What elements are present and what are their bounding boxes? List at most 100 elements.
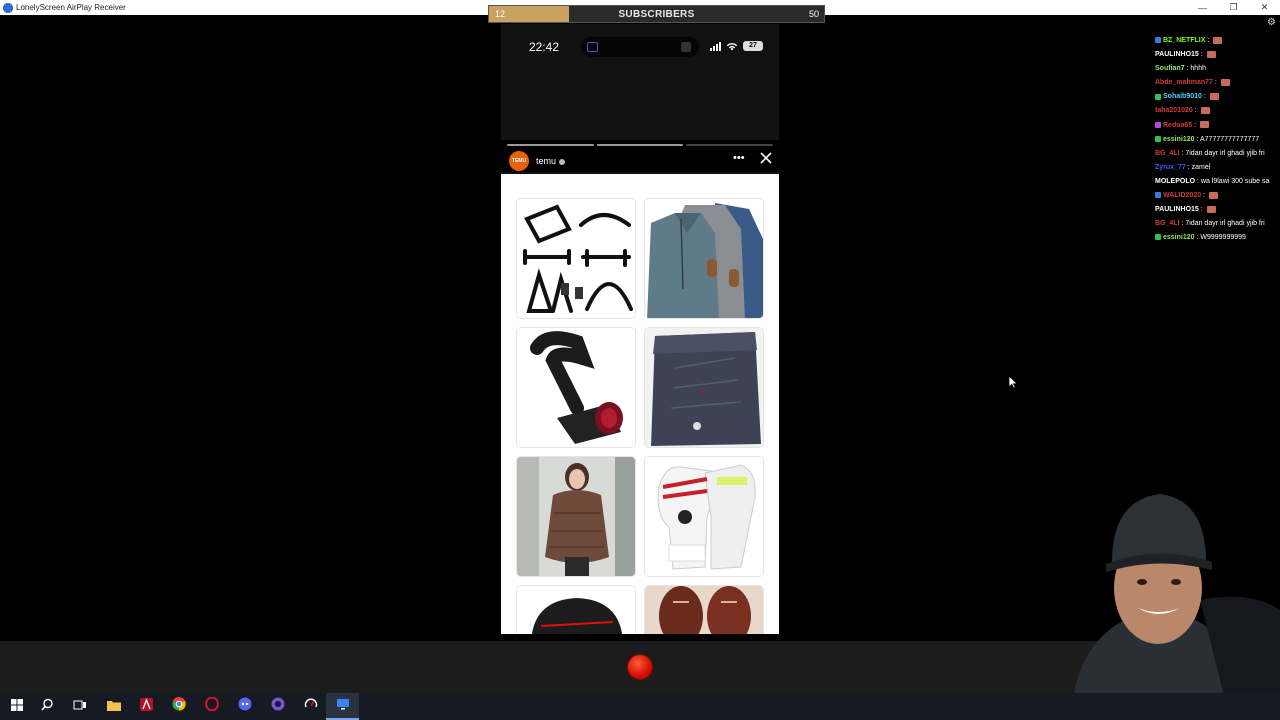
chat-username[interactable]: MOLEPOLO: [1155, 178, 1195, 185]
battery-indicator: 27: [743, 41, 763, 51]
taskbar-item-lonelyscreen-app[interactable]: [326, 693, 359, 720]
air-intake-pipe-image: [517, 328, 635, 447]
chat-emote-icon: [1209, 93, 1219, 101]
taskbar-item-discord-app[interactable]: [228, 693, 261, 720]
jeans-image: [645, 328, 763, 447]
taskbar-item-search[interactable]: [31, 693, 64, 720]
webcam-overlay: [1070, 494, 1280, 720]
camera-indicator-icon: [681, 42, 691, 52]
product-tile-fitness-handles[interactable]: [516, 198, 636, 319]
product-tile-leather-shoes[interactable]: [644, 585, 764, 634]
minimize-button[interactable]: —: [1187, 0, 1218, 15]
product-tile-helmet[interactable]: [516, 585, 636, 634]
chat-message: essini120 : A77777777777777: [1155, 133, 1280, 147]
chat-emote-icon: [1220, 78, 1230, 86]
taskbar-item-chrome[interactable]: [162, 693, 195, 720]
chat-badge-icon: [1155, 234, 1161, 241]
puffer-jacket-image: [517, 457, 635, 576]
wifi-icon: [726, 42, 738, 51]
chat-username[interactable]: BG_4Ll: [1155, 150, 1180, 157]
discord-app-icon: [238, 697, 252, 716]
live-chat: BZ_NETFLIX : PAULINHO15 : Soufian7 : hhh…: [1155, 34, 1280, 245]
account-name[interactable]: temu: [536, 156, 566, 166]
chat-username[interactable]: Soufian7: [1155, 65, 1185, 72]
chat-message: PAULINHO15 :: [1155, 203, 1280, 217]
chat-text: 7idan dayr irl ghadi yjib fri: [1185, 149, 1265, 157]
story-progress-segment: [686, 144, 774, 146]
start-icon: [10, 698, 23, 716]
chat-message: BZ_NETFLIX :: [1155, 34, 1280, 48]
account-name-text: temu: [536, 156, 557, 166]
record-button[interactable]: [627, 654, 653, 680]
taskbar-item-speedtest-app[interactable]: [294, 693, 327, 720]
restore-button[interactable]: ❐: [1218, 0, 1249, 15]
fitness-handles-image: [517, 199, 635, 318]
obs-app-icon: [271, 697, 285, 716]
chat-message: BG_4Ll : 7idan dayr irl ghadi yjib fri: [1155, 147, 1280, 161]
chat-separator: :: [1198, 206, 1205, 214]
chat-message: Abde_mahman77 :: [1155, 76, 1280, 90]
chat-username[interactable]: BG_4Ll: [1155, 220, 1180, 227]
story-content: [501, 174, 779, 634]
file-explorer-icon: [106, 698, 121, 716]
chat-message: PAULINHO15 :: [1155, 48, 1280, 62]
chat-emote-icon: [1206, 205, 1216, 213]
chat-username[interactable]: WALID2020: [1163, 192, 1201, 199]
chat-text: 7idan dayr irl ghadi yjib fri: [1185, 220, 1265, 228]
window-controls: — ❐ ✕: [1187, 0, 1280, 15]
chat-username[interactable]: Abde_mahman77: [1155, 79, 1213, 86]
taskbar-item-task-view[interactable]: [63, 693, 96, 720]
chat-text: hhhh: [1190, 65, 1206, 73]
chat-username[interactable]: Sohaib9010: [1163, 93, 1202, 100]
story-progress-segment: [507, 144, 594, 146]
chat-username[interactable]: PAULINHO15: [1155, 51, 1199, 58]
chat-badge-icon: [1155, 37, 1161, 44]
chat-emote-icon: [1208, 191, 1218, 199]
subscriber-goal-bar: 12 SUBSCRIBERS 50: [488, 5, 825, 23]
chat-separator: :: [1198, 51, 1205, 59]
chat-username[interactable]: PAULINHO15: [1155, 206, 1199, 213]
product-tile-goalkeeper-gloves[interactable]: [644, 456, 764, 577]
close-icon: ✕: [1260, 2, 1269, 12]
chat-text: wa l9lawi 300 sube sa: [1200, 177, 1270, 185]
account-avatar[interactable]: TEMU: [509, 151, 529, 171]
chat-username[interactable]: essini120: [1163, 234, 1195, 241]
chat-message: taha201020 :: [1155, 104, 1280, 118]
chat-message: essini120 : W9999999999: [1155, 231, 1280, 245]
chat-settings-gear-icon[interactable]: ⚙: [1267, 17, 1276, 28]
chat-username[interactable]: Redua65: [1163, 122, 1192, 129]
chat-message: Redua65 :: [1155, 119, 1280, 133]
subscriber-label: SUBSCRIBERS: [618, 9, 695, 20]
chat-username[interactable]: BZ_NETFLIX: [1163, 37, 1205, 44]
more-options-icon[interactable]: •••: [733, 152, 745, 164]
taskbar-item-start[interactable]: [0, 693, 33, 720]
chat-badge-icon: [1155, 135, 1161, 142]
close-button[interactable]: ✕: [1249, 0, 1280, 15]
chat-text: A77777777777777: [1199, 135, 1260, 143]
taskbar-item-adobe-app[interactable]: [130, 693, 163, 720]
chat-username[interactable]: Zyrux_77: [1155, 164, 1186, 171]
chat-username[interactable]: taha201020: [1155, 107, 1193, 114]
chat-badge-icon: [1155, 93, 1161, 100]
chat-username[interactable]: essini120: [1163, 136, 1195, 143]
phone-clock: 22:42: [529, 40, 560, 54]
close-story-icon[interactable]: [758, 150, 774, 166]
speedtest-app-icon: [304, 697, 318, 716]
phone-mirror: 22:42 27 TEMU temu •••: [501, 24, 779, 634]
taskbar-item-file-explorer[interactable]: [97, 693, 130, 720]
opera-icon: [204, 696, 219, 716]
product-tile-air-intake[interactable]: [516, 327, 636, 448]
chat-emote-icon: [1213, 36, 1223, 44]
taskbar-item-obs-app[interactable]: [261, 693, 294, 720]
subscriber-goal: 50: [808, 9, 819, 19]
product-tile-sweaters[interactable]: [644, 198, 764, 319]
mouse-cursor-icon: [1008, 375, 1018, 389]
taskbar-item-opera[interactable]: [195, 693, 228, 720]
product-tile-puffer-jacket[interactable]: [516, 456, 636, 577]
screen: LonelyScreen AirPlay Receiver — ❐ ✕ 12 S…: [0, 0, 1280, 720]
leather-shoes-image: [645, 586, 763, 634]
status-icons: 27: [710, 41, 763, 51]
chat-separator: :: [1192, 107, 1199, 115]
chat-badge-icon: [1155, 121, 1161, 128]
product-tile-jeans[interactable]: [644, 327, 764, 448]
